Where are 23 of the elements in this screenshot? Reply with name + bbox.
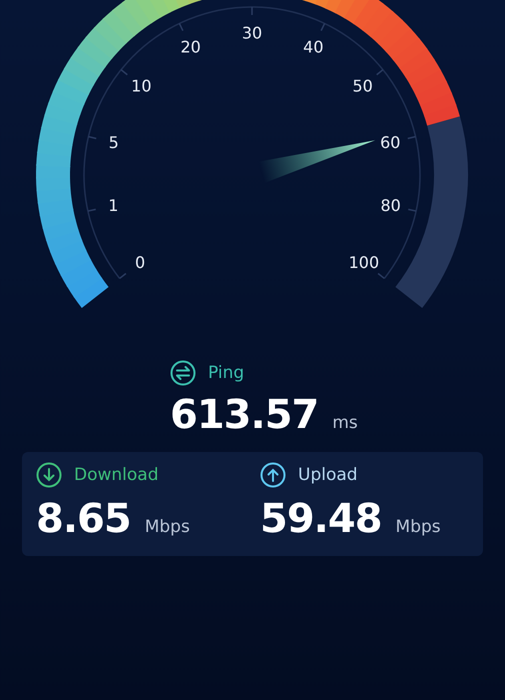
speed-unit: Mbps — [144, 517, 190, 537]
gauge-label: 100 — [348, 252, 380, 272]
gauge-label: 0 — [135, 252, 146, 272]
ping-unit: ms — [332, 413, 358, 433]
ping-icon — [170, 360, 196, 386]
gauge-label: 20 — [180, 37, 201, 56]
gauge-label: 30 — [242, 24, 262, 42]
gauge-label: 10 — [131, 76, 152, 96]
speed-unit: Mbps — [396, 517, 441, 537]
gauge-label: 60 — [380, 133, 400, 152]
speed-value: 8.65 — [36, 496, 131, 542]
gauge-label: 1 — [108, 196, 118, 215]
gauge-label: 5 — [108, 133, 119, 152]
speed-value: 59.48 — [260, 496, 382, 542]
gauge-label: 50 — [352, 76, 373, 96]
upload-label: Upload — [298, 465, 358, 485]
download-label: Download — [74, 465, 159, 485]
upload-icon — [260, 462, 286, 488]
gauge-label: 80 — [380, 196, 401, 215]
ping-label: Ping — [208, 363, 244, 383]
gauge-label: 40 — [303, 37, 324, 56]
ping-value: 613.57 — [170, 392, 318, 438]
download-icon — [36, 462, 62, 488]
